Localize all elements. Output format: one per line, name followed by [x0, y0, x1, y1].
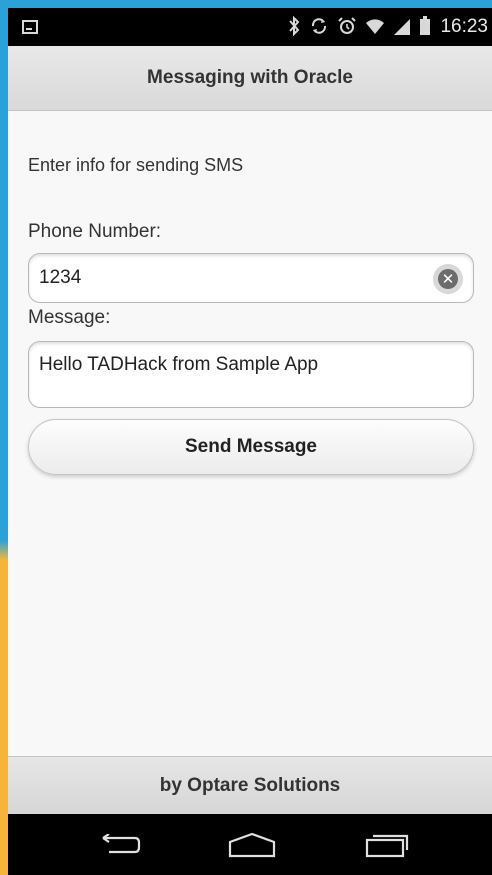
phone-number-label: Phone Number: [28, 221, 162, 242]
footer-text: by Optare Solutions [159, 775, 341, 796]
sync-icon [310, 17, 328, 38]
clear-input-button[interactable]: ✕ [433, 264, 463, 294]
home-icon[interactable] [217, 830, 287, 860]
alarm-icon [338, 16, 357, 38]
message-input[interactable]: Hello TADHack from Sample App [28, 341, 474, 408]
status-icons: 16:23 [288, 14, 488, 40]
recent-apps-icon[interactable] [352, 830, 422, 860]
app-header: Messaging with Oracle [8, 46, 492, 111]
send-message-button[interactable]: Send Message [28, 419, 474, 475]
notification-icon [22, 20, 38, 34]
message-label: Message: [28, 307, 111, 328]
signal-icon [394, 19, 411, 35]
battery-icon [420, 16, 431, 35]
phone-number-input[interactable]: 1234 ✕ [28, 253, 474, 303]
form-content: Enter info for sending SMS Phone Number:… [8, 111, 492, 763]
bluetooth-icon [288, 15, 300, 39]
system-navbar [8, 814, 492, 875]
status-bar: 16:23 [8, 8, 492, 46]
phone-number-value: 1234 [39, 267, 82, 288]
phone-screen: 16:23 Messaging with Oracle Enter info f… [8, 8, 492, 875]
wifi-icon [366, 18, 385, 37]
status-time: 16:23 [440, 16, 488, 37]
page-title: Messaging with Oracle [147, 67, 353, 88]
back-icon[interactable] [83, 830, 153, 860]
intro-text: Enter info for sending SMS [28, 155, 244, 175]
message-value: Hello TADHack from Sample App [39, 354, 319, 375]
app-footer: by Optare Solutions [8, 756, 492, 815]
clear-icon: ✕ [438, 269, 458, 289]
send-message-label: Send Message [185, 436, 317, 457]
